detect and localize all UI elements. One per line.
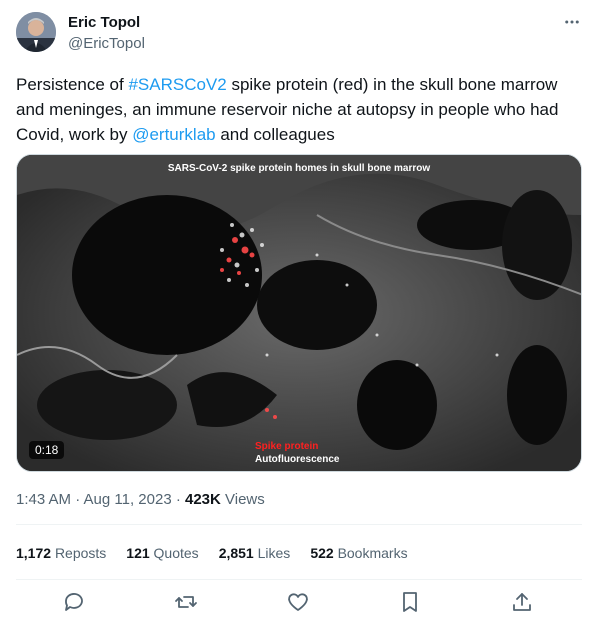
bookmarks-count: 522 [310, 545, 334, 561]
action-bar [16, 586, 582, 618]
views-label: Views [220, 491, 265, 508]
divider [16, 524, 582, 525]
legend-spike-protein: Spike protein [255, 441, 319, 452]
repost-icon[interactable] [174, 590, 198, 614]
divider [16, 579, 582, 580]
quotes-label: Quotes [153, 545, 199, 561]
mention-link[interactable]: @erturklab [132, 125, 215, 144]
author-handle[interactable]: @EricTopol [68, 35, 145, 52]
tweet-meta: 1:43 AM · Aug 11, 2023 · 423K Views [16, 491, 265, 508]
bookmark-icon[interactable] [398, 590, 422, 614]
like-icon[interactable] [286, 590, 310, 614]
views-count: 423K [185, 491, 221, 508]
video-caption-title: SARS-CoV-2 spike protein homes in skull … [167, 163, 431, 174]
engagement-stats: 1,172 Reposts 121 Quotes 2,851 Likes 522… [16, 545, 408, 561]
tweet-text: Persistence of #SARSCoV2 spike protein (… [16, 72, 582, 147]
likes-stat[interactable]: 2,851 Likes [219, 545, 291, 561]
reply-icon[interactable] [62, 590, 86, 614]
tweet: Eric Topol @EricTopol Persistence of #SA… [0, 0, 598, 626]
bookmarks-label: Bookmarks [337, 545, 408, 561]
microscopy-video-frame [17, 155, 581, 471]
share-icon[interactable] [510, 590, 534, 614]
tweet-text-part: Persistence of [16, 75, 129, 94]
reposts-label: Reposts [54, 545, 107, 561]
timestamp[interactable]: 1:43 AM · Aug 11, 2023 · [16, 491, 185, 508]
quotes-stat[interactable]: 121 Quotes [126, 545, 198, 561]
video-duration: 0:18 [29, 441, 65, 459]
likes-count: 2,851 [218, 545, 254, 561]
tweet-text-part: and colleagues [215, 125, 335, 144]
more-options-icon[interactable] [560, 10, 584, 34]
video-player[interactable]: SARS-CoV-2 spike protein homes in skull … [16, 154, 582, 472]
legend-autofluorescence: Autofluorescence [255, 454, 340, 465]
avatar[interactable] [16, 12, 56, 52]
quotes-count: 121 [126, 545, 150, 561]
likes-label: Likes [257, 545, 291, 561]
author-name[interactable]: Eric Topol [68, 14, 140, 31]
reposts-stat[interactable]: 1,172 Reposts [16, 545, 106, 561]
reposts-count: 1,172 [16, 545, 52, 561]
hashtag-link[interactable]: #SARSCoV2 [128, 75, 226, 94]
bookmarks-stat[interactable]: 522 Bookmarks [310, 545, 407, 561]
